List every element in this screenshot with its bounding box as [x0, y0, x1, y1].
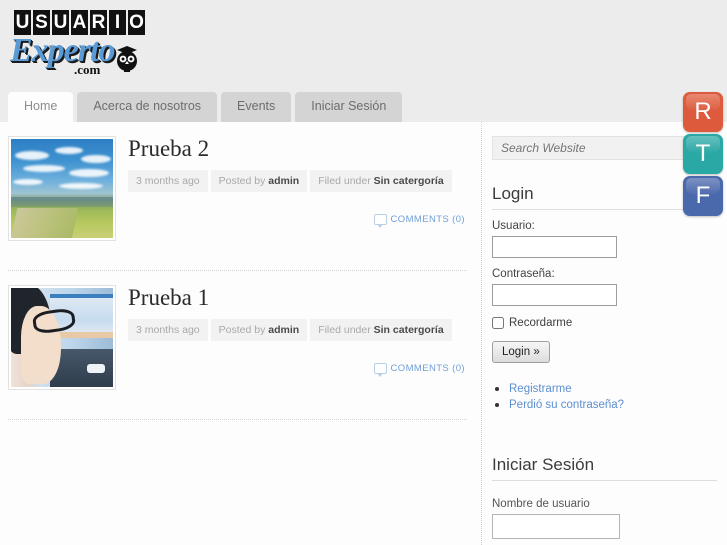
post-date: 3 months ago	[128, 170, 208, 192]
nav-tab-events[interactable]: Events	[221, 92, 292, 122]
social-share-bar: R T F	[683, 92, 723, 216]
search-input[interactable]	[492, 136, 690, 160]
logo-tld: .com	[74, 62, 101, 77]
twitter-share-button[interactable]: T	[683, 134, 723, 174]
usuario-input[interactable]	[492, 236, 617, 258]
remember-row[interactable]: Recordarme	[492, 317, 717, 329]
login-submit-button[interactable]: Login »	[492, 341, 550, 363]
nav-tab-acerca-de-nosotros[interactable]: Acerca de nosotros	[77, 92, 218, 122]
post-comments-link[interactable]: COMMENTS (0)	[373, 214, 465, 228]
post-separator	[8, 419, 467, 420]
page-body: Prueba 2 3 months ago Posted by admin Fi…	[0, 122, 727, 545]
contrasena-label: Contraseña:	[492, 268, 555, 280]
nombre-de-usuario-input[interactable]	[492, 514, 620, 539]
post-thumbnail[interactable]	[8, 136, 116, 241]
post-meta: 3 months ago Posted by admin Filed under…	[128, 319, 467, 341]
person-photo	[11, 288, 113, 387]
nombre-de-usuario-label: Nombre de usuario	[492, 498, 590, 510]
post-thumbnail[interactable]	[8, 285, 116, 390]
comments-count-label: COMMENTS (0)	[390, 214, 465, 225]
post-category: Filed under Sin catergoría	[310, 170, 452, 192]
main-navigation: Home Acerca de nosotros Events Iniciar S…	[0, 92, 727, 122]
rss-share-letter: R	[694, 98, 712, 125]
comment-bubble-icon	[373, 214, 387, 228]
post-author: Posted by admin	[210, 170, 308, 192]
main-content: Prueba 2 3 months ago Posted by admin Fi…	[0, 122, 482, 545]
author-name[interactable]: admin	[268, 324, 299, 336]
post-thumbnail-image	[11, 139, 113, 238]
nav-tab-iniciar-sesion[interactable]: Iniciar Sesión	[295, 92, 403, 122]
site-header: U S U A R I O Experto .com	[0, 0, 727, 92]
post-footer: COMMENTS (0)	[128, 363, 467, 377]
post-author: Posted by admin	[210, 319, 308, 341]
post-body: Prueba 1 3 months ago Posted by admin Fi…	[128, 285, 467, 377]
post-footer: COMMENTS (0)	[128, 214, 467, 228]
recordarme-checkbox[interactable]	[492, 317, 504, 329]
nav-tab-home[interactable]: Home	[8, 92, 74, 122]
list-item: Perdió su contraseña?	[509, 397, 717, 411]
facebook-share-button[interactable]: F	[683, 176, 723, 216]
landscape-photo	[11, 139, 113, 238]
category-name[interactable]: Sin catergoría	[374, 175, 444, 187]
perdio-contrasena-link[interactable]: Perdió su contraseña?	[509, 399, 624, 411]
post-date: 3 months ago	[128, 319, 208, 341]
post-body: Prueba 2 3 months ago Posted by admin Fi…	[128, 136, 467, 228]
author-name[interactable]: admin	[268, 175, 299, 187]
registrarme-link[interactable]: Registrarme	[509, 383, 572, 395]
facebook-share-letter: F	[695, 182, 711, 209]
category-name[interactable]: Sin catergoría	[374, 324, 444, 336]
posted-by-label: Posted by	[218, 324, 269, 336]
comment-bubble-icon	[373, 363, 387, 377]
logo-letter: O	[128, 10, 145, 35]
post-category: Filed under Sin catergoría	[310, 319, 452, 341]
post-meta: 3 months ago Posted by admin Filed under…	[128, 170, 467, 192]
post-thumbnail-image	[11, 288, 113, 387]
site-logo[interactable]: U S U A R I O Experto .com	[8, 8, 145, 78]
list-item: Registrarme	[509, 381, 717, 395]
login-links: Registrarme Perdió su contraseña?	[492, 381, 717, 411]
post-title[interactable]: Prueba 1	[128, 285, 467, 310]
post-comments-link[interactable]: COMMENTS (0)	[373, 363, 465, 377]
filed-under-label: Filed under	[318, 324, 374, 336]
contrasena-input[interactable]	[492, 284, 617, 306]
post-title[interactable]: Prueba 2	[128, 136, 467, 161]
posted-by-label: Posted by	[218, 175, 269, 187]
comments-count-label: COMMENTS (0)	[390, 363, 465, 374]
owl-graduate-icon	[117, 46, 137, 72]
post-item: Prueba 2 3 months ago Posted by admin Fi…	[0, 122, 481, 256]
filed-under-label: Filed under	[318, 175, 374, 187]
signin-widget-title: Iniciar Sesión	[492, 455, 717, 481]
usuario-label: Usuario:	[492, 220, 535, 232]
recordarme-label: Recordarme	[509, 317, 573, 329]
twitter-share-letter: T	[695, 140, 711, 167]
rss-share-button[interactable]: R	[683, 92, 723, 132]
post-item: Prueba 1 3 months ago Posted by admin Fi…	[0, 271, 481, 405]
